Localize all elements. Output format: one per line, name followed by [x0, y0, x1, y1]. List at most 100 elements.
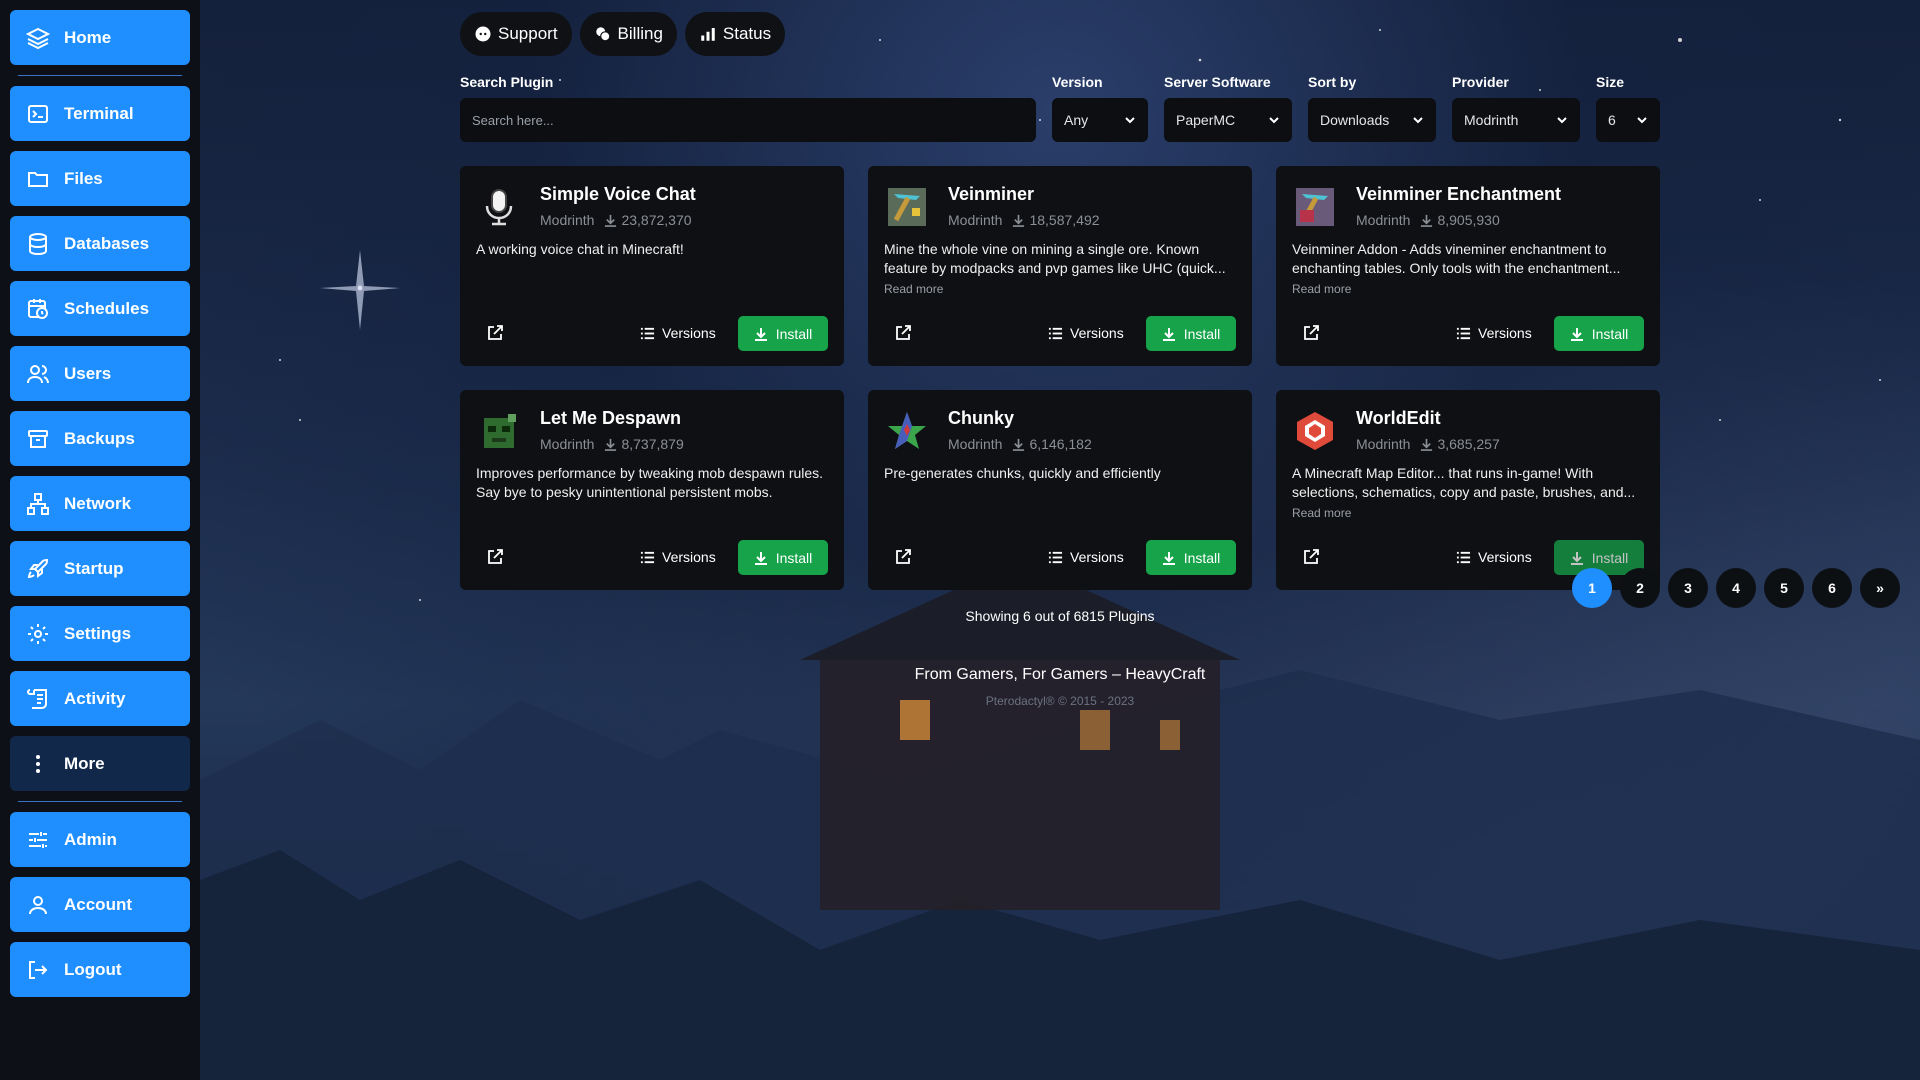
software-label: Server Software	[1164, 74, 1271, 90]
versions-label: Versions	[1478, 549, 1532, 565]
support-link[interactable]: Support	[460, 12, 572, 56]
read-more-link[interactable]: Read more	[1292, 506, 1351, 520]
users-icon	[27, 364, 49, 383]
install-button[interactable]: Install	[1146, 540, 1236, 575]
plugin-card: Let Me Despawn Modrinth 8,737,879 Improv…	[460, 390, 844, 590]
page-button-4[interactable]: 4	[1716, 568, 1756, 608]
versions-label: Versions	[662, 549, 716, 565]
versions-button[interactable]: Versions	[1048, 316, 1124, 350]
versions-button[interactable]: Versions	[1456, 540, 1532, 574]
sidebar-item-files[interactable]: Files	[10, 151, 190, 206]
install-button[interactable]: Install	[738, 316, 828, 351]
sidebar-item-label: Databases	[64, 233, 150, 253]
external-link-icon[interactable]	[894, 548, 912, 566]
sidebar-item-label: Backups	[64, 428, 135, 448]
external-link-icon[interactable]	[486, 548, 504, 566]
install-button[interactable]: Install	[1146, 316, 1236, 351]
sidebar-item-users[interactable]: Users	[10, 346, 190, 401]
page-button-6[interactable]: 6	[1812, 568, 1852, 608]
provider-select[interactable]: Modrinth	[1452, 98, 1580, 142]
plugin-downloads: 8,737,879	[621, 436, 684, 452]
versions-button[interactable]: Versions	[640, 540, 716, 574]
versions-button[interactable]: Versions	[640, 316, 716, 350]
external-link-icon[interactable]	[1302, 548, 1320, 566]
list-icon	[1048, 327, 1063, 339]
sidebar-item-schedules[interactable]: Schedules	[10, 281, 190, 336]
footer-copyright: Pterodactyl® © 2015 - 2023	[985, 694, 1135, 708]
install-button[interactable]: Install	[1554, 316, 1644, 351]
version-select[interactable]: Any	[1052, 98, 1148, 142]
plugin-description: Veinminer Addon - Adds vineminer enchant…	[1292, 241, 1621, 276]
versions-button[interactable]: Versions	[1048, 540, 1124, 574]
sidebar-item-label: Admin	[64, 829, 117, 849]
page-button-2[interactable]: 2	[1620, 568, 1660, 608]
plugin-description: A working voice chat in Minecraft!	[476, 241, 684, 257]
sort-select[interactable]: Downloads	[1308, 98, 1436, 142]
sidebar-item-logout[interactable]: Logout	[10, 942, 190, 997]
sidebar-item-label: Home	[64, 27, 112, 47]
external-link-icon[interactable]	[894, 324, 912, 342]
plugin-meta: Modrinth 8,737,879	[540, 436, 684, 452]
size-select[interactable]: 6	[1596, 98, 1660, 142]
zombie-head-icon	[484, 414, 516, 448]
calendar-clock-icon	[28, 298, 48, 319]
chevron-down-icon	[1413, 117, 1423, 124]
sidebar-item-startup[interactable]: Startup	[10, 541, 190, 596]
sidebar-item-network[interactable]: Network	[10, 476, 190, 531]
install-button[interactable]: Install	[738, 540, 828, 575]
sidebar-item-backups[interactable]: Backups	[10, 411, 190, 466]
plugin-downloads: 8,905,930	[1437, 212, 1500, 228]
sidebar-item-admin[interactable]: Admin	[10, 812, 190, 867]
versions-button[interactable]: Versions	[1456, 316, 1532, 350]
enchanted-pickaxe-icon	[1296, 188, 1334, 226]
search-input[interactable]	[460, 98, 1036, 142]
software-select[interactable]: PaperMC	[1164, 98, 1292, 142]
page-button-3[interactable]: 3	[1668, 568, 1708, 608]
coins-icon	[595, 27, 610, 42]
sidebar-item-activity[interactable]: Activity	[10, 671, 190, 726]
footer-tagline: From Gamers, For Gamers – HeavyCraft	[914, 666, 1206, 683]
download-count: 18,587,492	[1012, 212, 1100, 228]
sidebar-item-label: Activity	[64, 688, 126, 708]
page-button-5[interactable]: 5	[1764, 568, 1804, 608]
plugin-card: WorldEdit Modrinth 3,685,257 A Minecraft…	[1276, 390, 1660, 590]
plugin-name: WorldEdit	[1356, 408, 1441, 428]
sidebar-item-more[interactable]: More	[10, 736, 190, 791]
external-link-icon[interactable]	[1302, 324, 1320, 342]
search-label: Search Plugin	[460, 74, 554, 90]
size-label: Size	[1596, 74, 1625, 90]
read-more-link[interactable]: Read more	[1292, 282, 1351, 296]
database-icon	[29, 232, 47, 255]
sidebar-item-account[interactable]: Account	[10, 877, 190, 932]
external-link-icon[interactable]	[486, 324, 504, 342]
discord-icon	[475, 26, 491, 42]
versions-label: Versions	[1478, 325, 1532, 341]
chevron-down-icon	[1637, 117, 1647, 124]
sidebar-item-home[interactable]: Home	[10, 10, 190, 65]
sort-label: Sort by	[1308, 74, 1357, 90]
billing-link[interactable]: Billing	[579, 12, 677, 56]
sidebar-item-databases[interactable]: Databases	[10, 216, 190, 271]
plugin-card: Veinminer Modrinth 18,587,492 Mine the w…	[868, 166, 1252, 366]
logout-icon	[29, 960, 48, 979]
install-label: Install	[775, 325, 813, 342]
version-label: Version	[1052, 74, 1103, 90]
read-more-link[interactable]: Read more	[884, 282, 943, 296]
plugin-meta: Modrinth 23,872,370	[540, 212, 692, 228]
status-link[interactable]: Status	[684, 12, 786, 56]
page-button-1[interactable]: 1	[1572, 568, 1612, 608]
star-icon	[888, 412, 926, 449]
download-icon	[605, 214, 617, 227]
pickaxe-icon	[888, 188, 926, 226]
terminal-icon	[28, 104, 48, 123]
list-icon	[1456, 327, 1471, 339]
top-links: Support Billing Status	[460, 12, 786, 56]
list-icon	[640, 327, 655, 339]
download-icon	[754, 327, 767, 341]
sidebar-item-label: Schedules	[64, 298, 150, 318]
next-page-button[interactable]: »	[1860, 568, 1900, 608]
sidebar-item-settings[interactable]: Settings	[10, 606, 190, 661]
user-icon	[29, 895, 47, 914]
sidebar-item-terminal[interactable]: Terminal	[10, 86, 190, 141]
size-value: 6	[1608, 112, 1616, 128]
